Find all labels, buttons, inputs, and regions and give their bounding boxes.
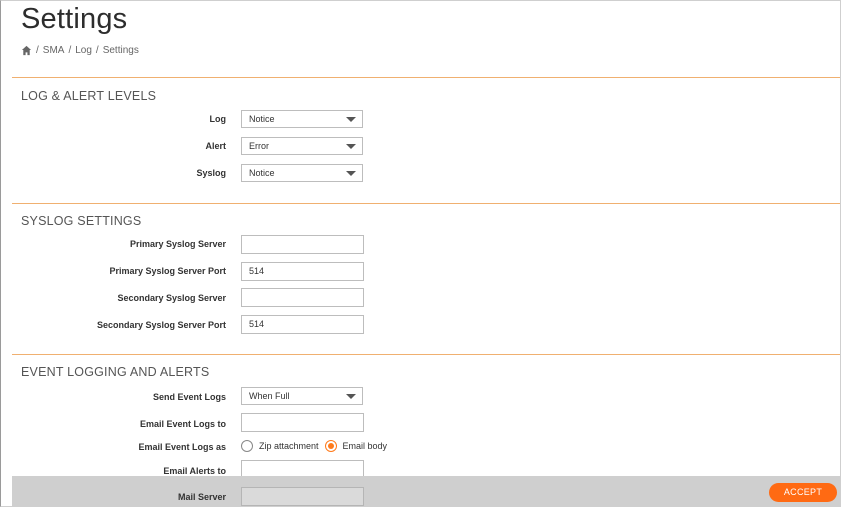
alert-level-value: Error [249,141,269,151]
email-event-logs-to-input[interactable] [241,413,364,432]
syslog-level-value: Notice [249,168,275,178]
page-title: Settings [21,3,128,35]
secondary-syslog-server-input[interactable] [241,288,364,307]
send-event-logs-select[interactable]: When Full [241,387,363,405]
chevron-down-icon [346,144,356,149]
breadcrumb-item-settings: Settings [102,45,139,56]
breadcrumb-item-log[interactable]: Log [75,45,92,56]
log-level-select[interactable]: Notice [241,110,363,128]
home-icon[interactable] [21,45,32,56]
zip-attachment-radio[interactable] [241,440,253,452]
log-level-value: Notice [249,114,275,124]
mail-server-input[interactable] [241,487,364,506]
alert-level-select[interactable]: Error [241,137,363,155]
email-event-logs-as-label: Email Event Logs as [138,442,226,452]
secondary-syslog-port-label: Secondary Syslog Server Port [96,320,226,330]
send-event-logs-value: When Full [249,391,290,401]
breadcrumb-separator: / [36,45,39,56]
alert-level-label: Alert [205,141,226,151]
email-format-radio-group: Zip attachment Email body [241,440,387,452]
log-level-label: Log [209,114,227,124]
section-title-event: EVENT LOGGING AND ALERTS [21,365,210,379]
breadcrumb: / SMA / Log / Settings [21,45,139,56]
breadcrumb-separator: / [95,45,99,56]
section-title-syslog: SYSLOG SETTINGS [21,214,142,228]
chevron-down-icon [346,394,356,399]
primary-syslog-server-label: Primary Syslog Server [129,239,226,249]
settings-page: Settings / SMA / Log / Settings LOG & AL… [0,0,841,507]
syslog-level-select[interactable]: Notice [241,164,363,182]
email-event-logs-to-label: Email Event Logs to [139,419,226,429]
secondary-syslog-port-input[interactable]: 514 [241,315,364,334]
zip-attachment-label[interactable]: Zip attachment [259,441,319,451]
mail-server-label: Mail Server [177,492,226,502]
accept-button[interactable]: ACCEPT [769,483,837,502]
secondary-syslog-server-label: Secondary Syslog Server [117,293,226,303]
primary-syslog-port-input[interactable]: 514 [241,262,364,281]
section-divider [12,203,840,204]
footer-bar [12,476,840,506]
email-body-radio[interactable] [324,440,337,452]
section-title-log-alert: LOG & ALERT LEVELS [21,89,157,103]
email-alerts-to-label: Email Alerts to [163,466,226,476]
send-event-logs-label: Send Event Logs [152,392,226,402]
breadcrumb-separator: / [68,45,72,56]
section-divider [12,77,840,78]
chevron-down-icon [346,117,356,122]
primary-syslog-server-input[interactable] [241,235,364,254]
breadcrumb-item-sma[interactable]: SMA [43,45,65,56]
syslog-level-label: Syslog [196,168,226,178]
chevron-down-icon [346,171,356,176]
section-divider [12,354,840,355]
primary-syslog-port-label: Primary Syslog Server Port [109,266,226,276]
email-body-label[interactable]: Email body [343,441,388,451]
